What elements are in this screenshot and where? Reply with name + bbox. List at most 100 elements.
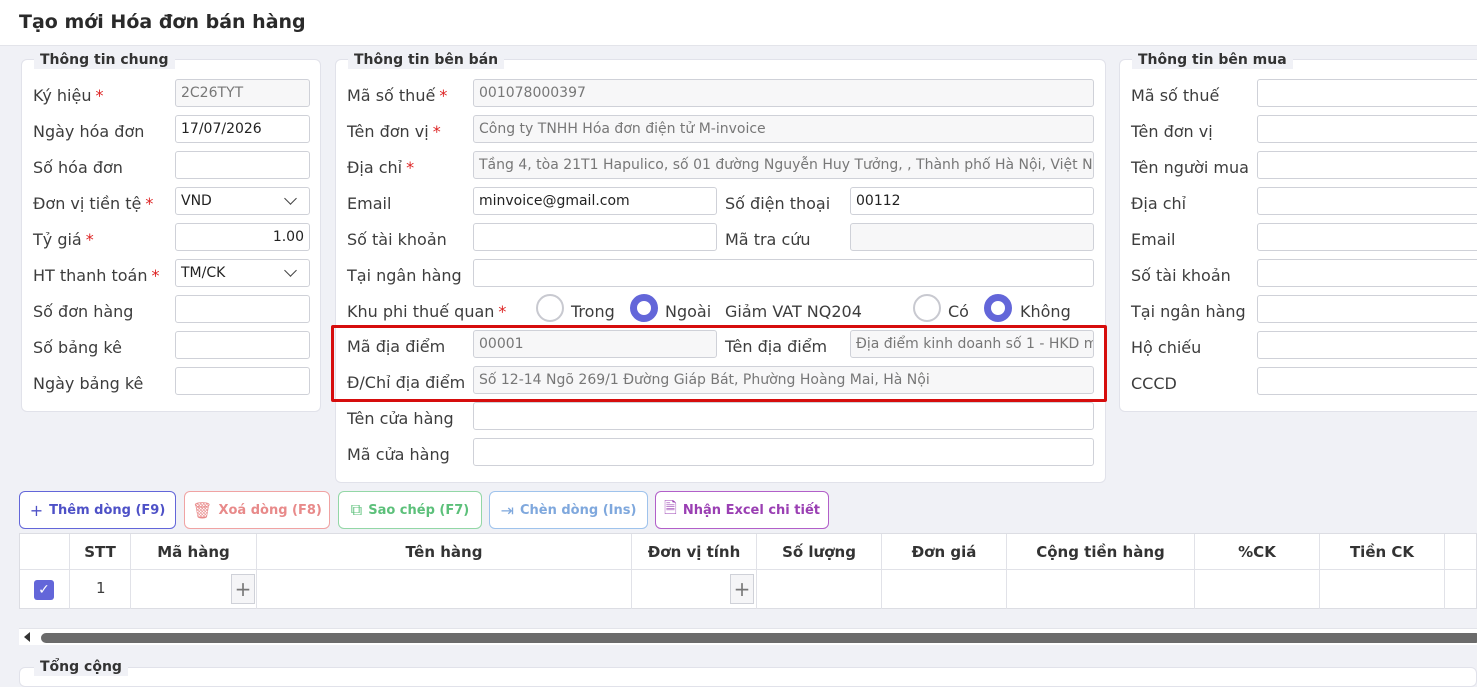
title-bar: Tạo mới Hóa đơn bán hàng (0, 0, 1477, 46)
buyer-account-input[interactable] (1257, 259, 1477, 287)
buyer-passport-input[interactable] (1257, 331, 1477, 359)
ht-thanh-toan-label: HT thanh toán * (33, 266, 160, 285)
buyer-address-label: Địa chỉ (1131, 194, 1187, 213)
so-don-hang-input[interactable] (175, 295, 310, 323)
radio-ngoai[interactable] (630, 294, 658, 322)
col-tien-ck[interactable]: Tiền CK (1320, 534, 1445, 569)
radio-trong-label: Trong (571, 302, 615, 321)
col-don-vi-tinh[interactable]: Đơn vị tính (632, 534, 757, 569)
buyer-mst-label: Mã số thuế (1131, 86, 1220, 105)
ma-hang-lookup-button[interactable]: + (231, 574, 255, 604)
ngay-hoa-don-label: Ngày hóa đơn (33, 122, 145, 141)
buyer-email-input[interactable] (1257, 223, 1477, 251)
cell-divider (756, 569, 757, 609)
items-grid: STT Mã hàng Tên hàng Đơn vị tính Số lượn… (19, 533, 1477, 609)
delete-row-button[interactable]: 🗑 Xoá dòng (F8) (184, 491, 330, 529)
seller-ten-don-vi-input[interactable]: Công ty TNHH Hóa đơn điện tử M-invoice (473, 115, 1094, 143)
col-so-luong[interactable]: Số lượng (757, 534, 882, 569)
col-select (20, 534, 70, 569)
seller-bank-label: Tại ngân hàng (347, 266, 462, 285)
grid-header-divider (20, 569, 1476, 570)
general-info-title: Thông tin chung (34, 51, 175, 69)
seller-mst-input[interactable]: 001078000397 (473, 79, 1094, 107)
ma-cua-hang-input[interactable] (473, 438, 1094, 466)
plus-icon: + (29, 500, 44, 520)
seller-email-input[interactable]: minvoice@gmail.com (473, 187, 717, 215)
buyer-mst-input[interactable] (1257, 79, 1477, 107)
cell-divider (256, 569, 257, 609)
insert-row-button[interactable]: ⇥ Chèn dòng (Ins) (489, 491, 648, 529)
buyer-ten-don-vi-label: Tên đơn vị (1131, 122, 1213, 141)
buyer-ten-don-vi-input[interactable] (1257, 115, 1477, 143)
trash-icon: 🗑 (192, 500, 213, 520)
scroll-left-icon[interactable] (24, 632, 30, 642)
ten-cua-hang-label: Tên cửa hàng (347, 409, 454, 428)
buyer-name-input[interactable] (1257, 151, 1477, 179)
radio-ngoai-label: Ngoài (665, 302, 712, 321)
buyer-name-label: Tên người mua (1131, 158, 1249, 177)
chevron-down-icon (284, 192, 297, 205)
seller-account-input[interactable] (473, 223, 717, 251)
ngay-bang-ke-label: Ngày bảng kê (33, 374, 144, 393)
radio-khong-label: Không (1020, 302, 1071, 321)
don-vi-tien-te-label: Đơn vị tiền tệ * (33, 194, 154, 213)
currency-select[interactable]: VND (175, 187, 310, 215)
row-stt: 1 (96, 579, 106, 597)
col-stt[interactable]: STT (70, 534, 131, 569)
radio-khong[interactable] (984, 294, 1012, 322)
so-bang-ke-input[interactable] (175, 331, 310, 359)
ngay-bang-ke-input[interactable] (175, 367, 310, 395)
horizontal-scrollbar[interactable] (19, 628, 1477, 645)
ty-gia-input[interactable]: 1.00 (175, 223, 310, 251)
buyer-info-title: Thông tin bên mua (1132, 51, 1293, 69)
seller-dia-chi-input[interactable]: Tầng 4, tòa 21T1 Hapulico, số 01 đường N… (473, 151, 1094, 179)
highlight-box (331, 325, 1107, 402)
col-ten-hang[interactable]: Tên hàng (257, 534, 632, 569)
ma-cua-hang-label: Mã cửa hàng (347, 445, 450, 464)
seller-ten-don-vi-label: Tên đơn vị * (347, 122, 441, 141)
ty-gia-label: Tỷ giá * (33, 230, 94, 249)
import-excel-button[interactable]: 🗎 Nhận Excel chi tiết (655, 491, 829, 529)
don-vi-tinh-lookup-button[interactable]: + (730, 574, 754, 604)
radio-co[interactable] (913, 294, 941, 322)
add-row-button[interactable]: + Thêm dòng (F9) (19, 491, 176, 529)
col-ma-hang[interactable]: Mã hàng (131, 534, 257, 569)
buyer-account-label: Số tài khoản (1131, 266, 1231, 285)
ngay-hoa-don-input[interactable]: 17/07/2026 (175, 115, 310, 143)
seller-phone-input[interactable]: 00112 (850, 187, 1094, 215)
copy-row-button[interactable]: ⧉ Sao chép (F7) (338, 491, 482, 529)
ten-cua-hang-input[interactable] (473, 402, 1094, 430)
payment-method-select[interactable]: TM/CK (175, 259, 310, 287)
cell-divider (1444, 569, 1445, 609)
buyer-cccd-label: CCCD (1131, 374, 1177, 393)
ma-tra-cuu-input[interactable] (850, 223, 1094, 251)
col-pct-ck[interactable]: %CK (1195, 534, 1320, 569)
totals-title: Tổng cộng (34, 658, 128, 676)
row-checkbox[interactable]: ✓ (34, 580, 54, 600)
buyer-bank-input[interactable] (1257, 295, 1477, 323)
cell-divider (130, 569, 131, 609)
ky-hieu-label: Ký hiệu * (33, 86, 104, 105)
insert-icon: ⇥ (500, 500, 514, 520)
seller-bank-input[interactable] (473, 259, 1094, 287)
giam-vat-label: Giảm VAT NQ204 (725, 302, 862, 321)
ky-hieu-input[interactable]: 2C26TYT (175, 79, 310, 107)
cell-divider (69, 569, 70, 609)
buyer-bank-label: Tại ngân hàng (1131, 302, 1246, 321)
buyer-email-label: Email (1131, 230, 1176, 249)
so-hoa-don-input[interactable] (175, 151, 310, 179)
ma-tra-cuu-label: Mã tra cứu (725, 230, 811, 249)
buyer-cccd-input[interactable] (1257, 367, 1477, 395)
page-title: Tạo mới Hóa đơn bán hàng (19, 11, 306, 33)
radio-trong[interactable] (536, 294, 564, 322)
cell-divider (1319, 569, 1320, 609)
scroll-thumb[interactable] (41, 633, 1477, 643)
buyer-address-input[interactable] (1257, 187, 1477, 215)
seller-dia-chi-label: Địa chỉ * (347, 158, 415, 177)
cell-divider (1006, 569, 1007, 609)
col-cong-tien-hang[interactable]: Cộng tiền hàng (1007, 534, 1195, 569)
col-don-gia[interactable]: Đơn giá (882, 534, 1007, 569)
seller-account-label: Số tài khoản (347, 230, 447, 249)
buyer-passport-label: Hộ chiếu (1131, 338, 1202, 357)
so-bang-ke-label: Số bảng kê (33, 338, 122, 357)
